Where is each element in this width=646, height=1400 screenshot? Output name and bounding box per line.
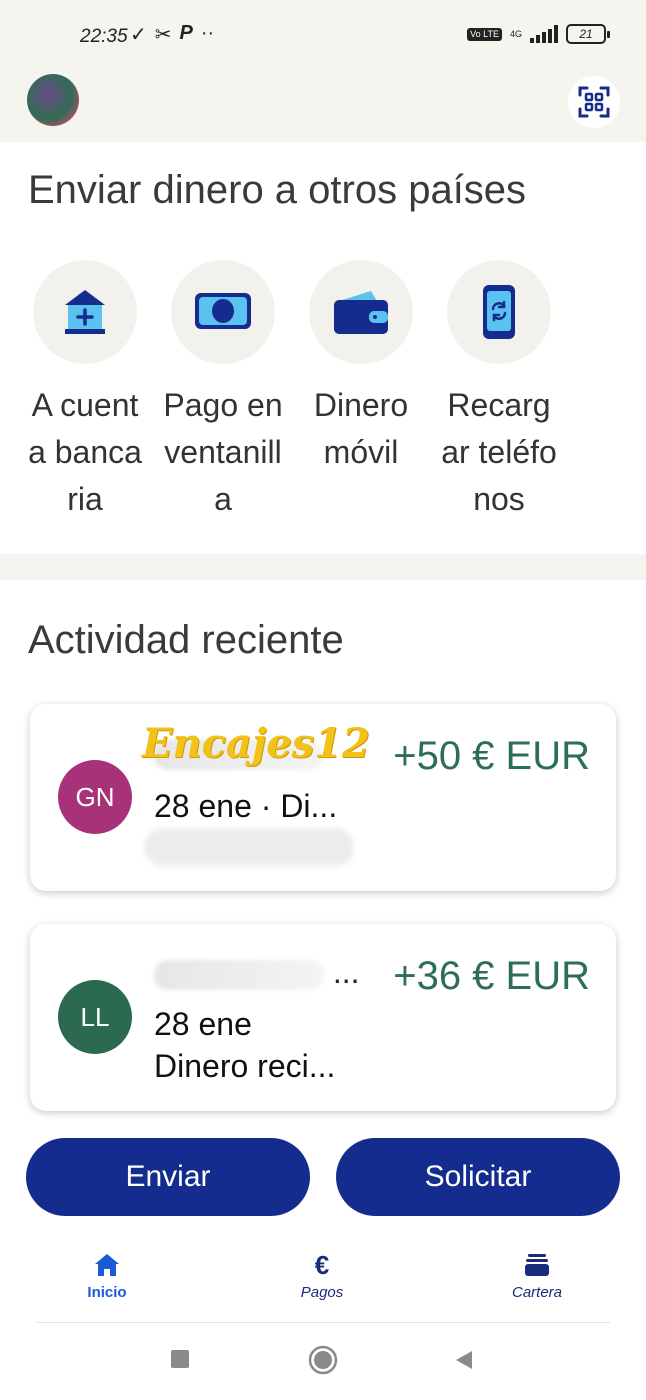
send-abroad-section: Enviar dinero a otros países A cuenta ba… — [0, 142, 646, 554]
wallet-cards-icon — [525, 1254, 549, 1276]
option-circle — [447, 260, 551, 364]
option-cash-pickup[interactable]: Pago en ventanilla — [163, 260, 283, 523]
volte-icon: Vo LTE — [467, 27, 502, 41]
status-bar: 22:35 ✓ ✂ P ·· Vo LTE 4G 21 — [0, 0, 646, 70]
nav-item-wallet[interactable]: Cartera — [477, 1252, 597, 1301]
home-system-button[interactable] — [308, 1345, 338, 1380]
transaction-amount: +50 € EUR — [393, 734, 590, 778]
contact-avatar: GN — [58, 760, 132, 834]
check-icon: ✓ — [130, 24, 147, 46]
more-dots-icon: ·· — [200, 22, 215, 44]
scissors-icon: ✂ — [154, 24, 172, 46]
recent-activity-section: Actividad reciente GN +50 € EUR 28 ene ·… — [0, 580, 646, 1140]
circle-icon — [308, 1345, 338, 1375]
signal-icon — [530, 25, 558, 43]
activity-card[interactable]: GN +50 € EUR 28 ene · Di... Encajes12 — [30, 704, 616, 891]
contact-name-ellipsis: ... — [332, 954, 360, 990]
contact-name — [154, 734, 324, 771]
nav-item-payments[interactable]: € Pagos — [262, 1252, 382, 1301]
home-icon — [95, 1254, 119, 1276]
nav-label: Inicio — [87, 1284, 127, 1301]
option-label: Dinero móvil — [313, 387, 409, 470]
redacted-detail — [144, 828, 354, 866]
section-divider — [0, 554, 646, 580]
qr-scan-icon — [578, 86, 610, 118]
transaction-date: 28 ene — [154, 1006, 252, 1042]
nav-label: Pagos — [300, 1284, 344, 1301]
profile-avatar[interactable] — [27, 74, 79, 126]
send-button[interactable]: Enviar — [26, 1138, 310, 1216]
qr-scan-button[interactable] — [568, 76, 620, 128]
redacted-name — [154, 739, 324, 770]
option-circle — [171, 260, 275, 364]
cash-icon — [195, 293, 251, 329]
back-system-button[interactable] — [454, 1349, 474, 1376]
option-bank-account[interactable]: A cuenta bancaria — [28, 260, 142, 523]
phone-refresh-icon — [483, 285, 515, 339]
contact-name: ... — [154, 954, 360, 991]
send-options: A cuenta bancaria Pago en ventanilla Din… — [28, 260, 557, 523]
option-circle — [33, 260, 137, 364]
network-type: 4G — [509, 28, 522, 39]
nav-item-home[interactable]: Inicio — [47, 1252, 167, 1301]
back-triangle-icon — [456, 1351, 472, 1369]
battery-icon: 21 — [566, 24, 610, 44]
option-mobile-money[interactable]: Dinero móvil — [309, 260, 413, 523]
option-circle — [309, 260, 413, 364]
status-notification-icons: ✓ ✂ P ·· — [130, 22, 214, 47]
wallet-icon — [334, 291, 388, 334]
bank-icon — [65, 290, 105, 334]
recent-activity-title: Actividad reciente — [28, 618, 344, 662]
activity-card[interactable]: LL ... +36 € EUR 28 ene Dinero reci... — [30, 924, 616, 1111]
option-label: Recargar teléfonos — [441, 387, 557, 517]
bottom-navigation: Inicio € Pagos Cartera — [0, 1240, 646, 1322]
redacted-name — [154, 959, 324, 990]
request-button[interactable]: Solicitar — [336, 1138, 620, 1216]
top-bar — [0, 70, 646, 142]
paypal-icon: P — [179, 22, 193, 44]
status-time: 22:35 — [80, 26, 128, 47]
option-phone-topup[interactable]: Recargar teléfonos — [441, 260, 557, 523]
euro-icon: € — [314, 1250, 330, 1280]
recent-apps-button[interactable] — [170, 1349, 190, 1374]
transaction-detail: 28 ene · Di... — [154, 788, 338, 824]
system-navigation-bar — [0, 1323, 646, 1400]
nav-label: Cartera — [511, 1284, 563, 1301]
send-abroad-title: Enviar dinero a otros países — [28, 168, 527, 212]
option-label: A cuenta bancaria — [28, 387, 142, 517]
transaction-amount: +36 € EUR — [393, 954, 590, 998]
contact-avatar: LL — [58, 980, 132, 1054]
transaction-detail: Dinero reci... — [154, 1048, 336, 1084]
square-icon — [171, 1350, 189, 1368]
option-label: Pago en ventanilla — [163, 387, 283, 517]
status-system-icons: Vo LTE 4G 21 — [467, 24, 610, 44]
